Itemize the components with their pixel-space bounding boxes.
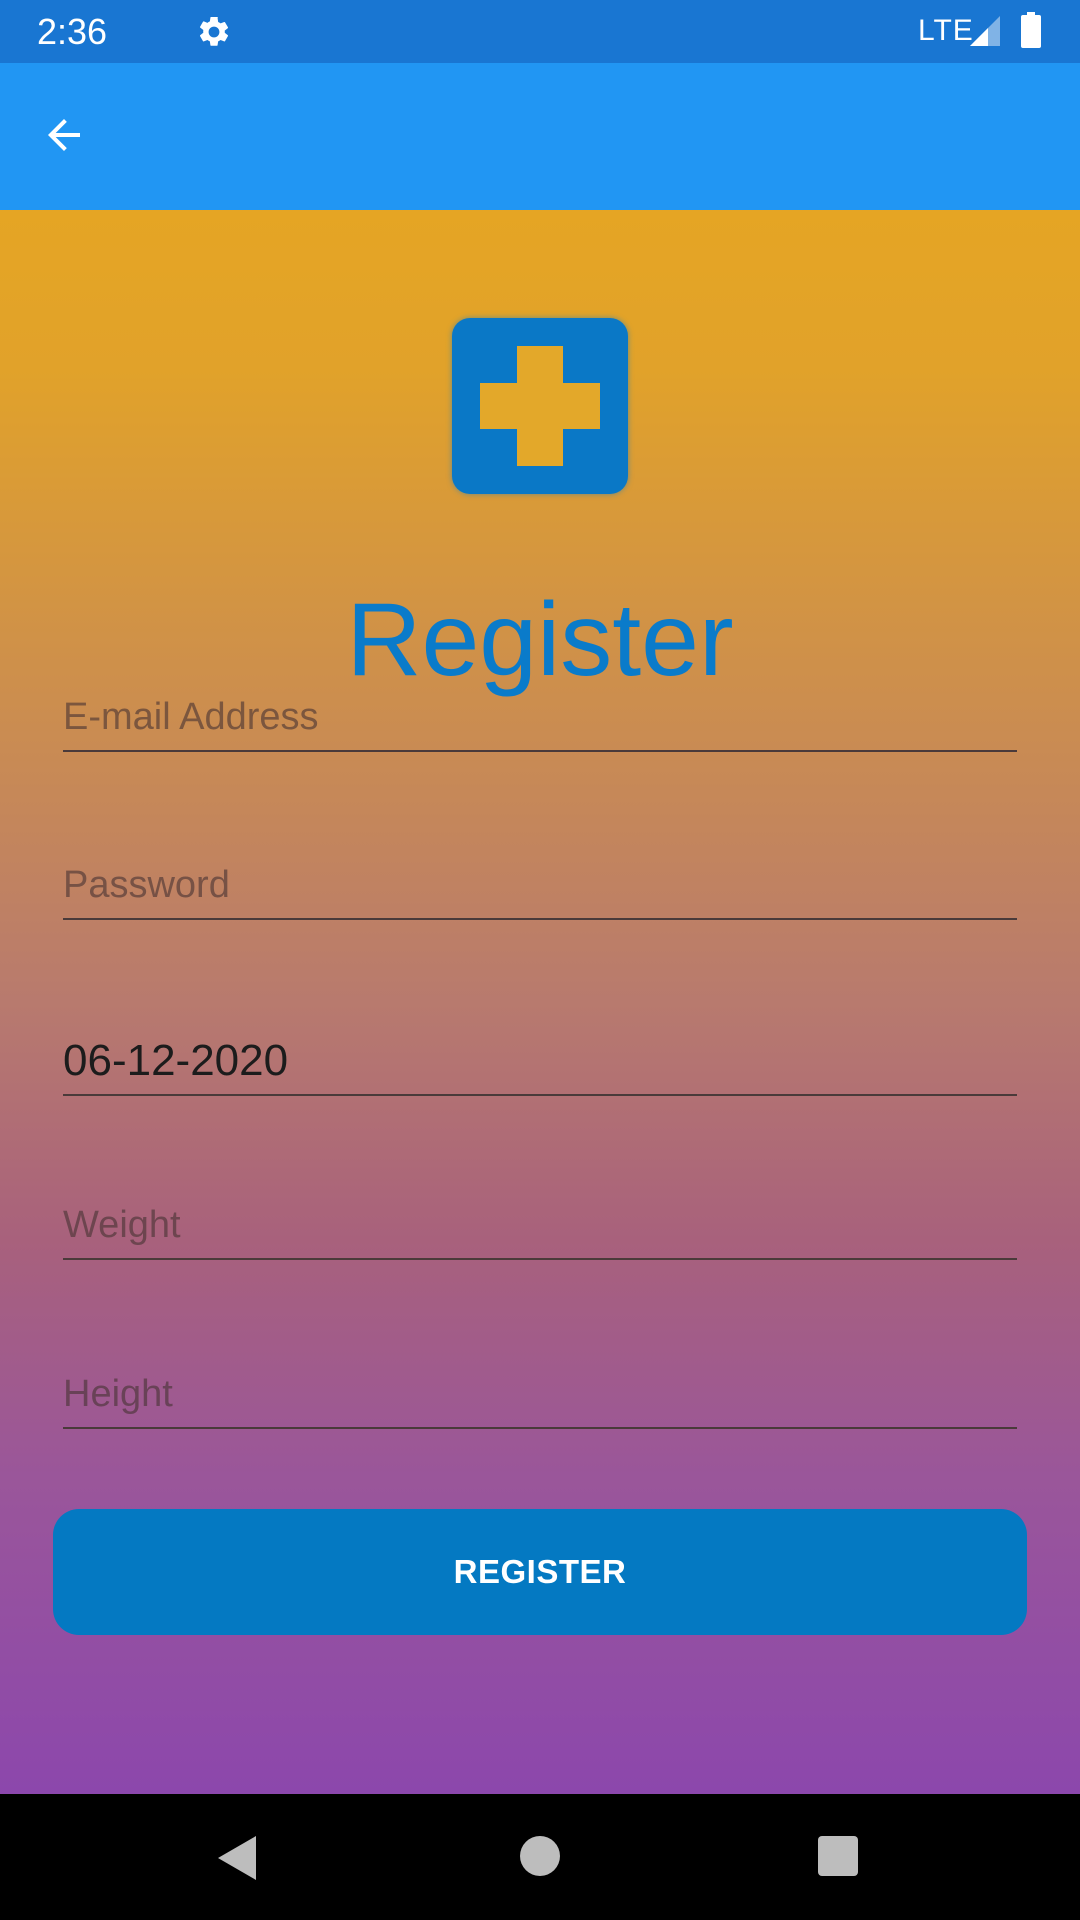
weight-placeholder: Weight	[63, 1204, 181, 1246]
password-placeholder: Password	[63, 864, 230, 906]
status-bar: 2:36 LTE	[0, 0, 1080, 63]
back-button[interactable]	[30, 103, 98, 171]
network-label: LTE	[918, 14, 974, 47]
arrow-left-icon	[40, 111, 88, 164]
page-title: Register	[346, 582, 734, 698]
app-bar	[0, 63, 1080, 210]
back-triangle-icon[interactable]	[216, 1834, 260, 1882]
email-placeholder: E-mail Address	[63, 696, 319, 738]
register-screen: Register E-mail Address Password 06-12-2…	[0, 210, 1080, 1794]
height-placeholder: Height	[63, 1373, 173, 1415]
signal-icon	[968, 14, 1002, 48]
email-field[interactable]: E-mail Address	[63, 690, 1017, 752]
weight-field[interactable]: Weight	[63, 1198, 1017, 1260]
date-value: 06-12-2020	[63, 1036, 289, 1085]
register-button[interactable]: REGISTER	[53, 1509, 1027, 1635]
battery-icon	[1020, 12, 1042, 48]
date-field[interactable]: 06-12-2020	[63, 1034, 1017, 1096]
navigation-bar	[0, 1794, 1080, 1920]
recents-square-icon[interactable]	[818, 1836, 858, 1876]
password-field[interactable]: Password	[63, 858, 1017, 920]
medical-cross-icon	[452, 318, 628, 494]
home-circle-icon[interactable]	[520, 1836, 560, 1876]
height-field[interactable]: Height	[63, 1367, 1017, 1429]
status-time: 2:36	[37, 11, 108, 52]
gear-icon	[196, 14, 232, 50]
